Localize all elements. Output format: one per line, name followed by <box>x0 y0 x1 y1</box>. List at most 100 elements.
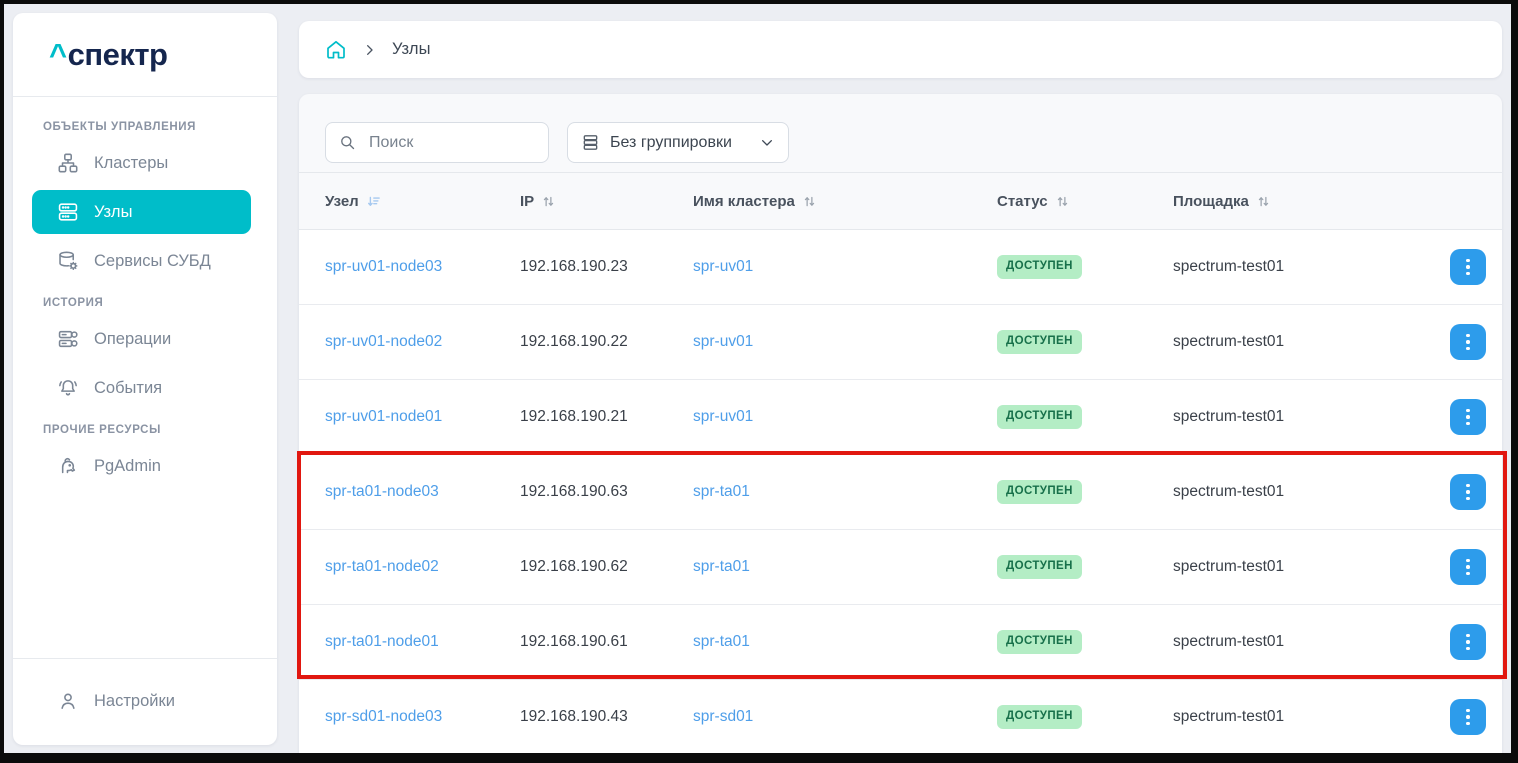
content-card: Без группировки Узел IP Имя кластера Статус… <box>299 94 1502 763</box>
row-actions-button[interactable] <box>1450 324 1486 360</box>
column-header-label: IP <box>520 193 534 210</box>
sidebar-item-label: Настройки <box>94 692 175 711</box>
search-input[interactable] <box>367 133 536 153</box>
group-layers-icon <box>581 133 600 152</box>
kebab-dot <box>1466 490 1470 494</box>
sidebar-item-events[interactable]: События <box>32 366 251 410</box>
cluster-link[interactable]: spr-sd01 <box>693 708 753 725</box>
cluster-link[interactable]: spr-uv01 <box>693 408 753 425</box>
sidebar-item-nodes[interactable]: Узлы <box>32 190 251 234</box>
sort-both-icon[interactable] <box>802 194 817 209</box>
row-actions-button[interactable] <box>1450 474 1486 510</box>
row-actions-button[interactable] <box>1450 549 1486 585</box>
node-link[interactable]: spr-uv01-node03 <box>325 258 442 275</box>
table-row: spr-uv01-node03 192.168.190.23spr-uv01 ДОС… <box>299 230 1502 305</box>
node-link[interactable]: spr-uv01-node01 <box>325 408 442 425</box>
search-icon <box>338 133 357 152</box>
table-row: spr-sd01-node03192.168.190.43spr-sd01ДОС… <box>299 680 1502 755</box>
person-icon <box>57 690 79 712</box>
sidebar-item-operations[interactable]: Операции <box>32 317 251 361</box>
column-header-site[interactable]: Площадка <box>1173 193 1446 210</box>
column-header-label: Узел <box>325 193 359 210</box>
node-link[interactable]: spr-uv01-node02 <box>325 333 442 350</box>
site-cell: spectrum-test01 <box>1173 633 1446 651</box>
kebab-dot <box>1466 259 1470 263</box>
row-actions-button[interactable] <box>1450 699 1486 735</box>
kebab-dot <box>1466 709 1470 713</box>
kebab-dot <box>1466 422 1470 426</box>
row-actions-button[interactable] <box>1450 399 1486 435</box>
column-header-cluster[interactable]: Имя кластера <box>693 193 997 210</box>
node-link[interactable]: spr-ta01-node02 <box>325 558 439 575</box>
sidebar-item-label: События <box>94 379 162 398</box>
kebab-dot <box>1466 572 1470 576</box>
grouping-select[interactable]: Без группировки <box>567 122 789 163</box>
sort-desc-icon[interactable] <box>366 194 381 209</box>
status-cell: ДОСТУПЕН <box>997 255 1173 279</box>
cluster-cell: spr-uv01 <box>693 258 997 276</box>
home-icon[interactable] <box>324 38 348 62</box>
sort-both-icon[interactable] <box>1256 194 1271 209</box>
grouping-value: Без группировки <box>610 134 749 152</box>
column-header-status[interactable]: Статус <box>997 193 1173 210</box>
row-actions-button[interactable] <box>1450 249 1486 285</box>
cluster-link[interactable]: spr-ta01 <box>693 633 750 650</box>
sidebar: ^спектр ОБЪЕКТЫ УПРАВЛЕНИЯКластерыУзлыСе… <box>13 13 277 745</box>
breadcrumb-page: Узлы <box>392 40 430 59</box>
ip-cell: 192.168.190.62 <box>520 558 693 576</box>
column-header-node[interactable]: Узел <box>325 193 520 210</box>
ip-cell: 192.168.190.23 <box>520 258 693 276</box>
status-cell: ДОСТУПЕН <box>997 630 1173 654</box>
node-cell: spr-ta01-node01 <box>325 633 520 651</box>
search-box[interactable] <box>325 122 549 163</box>
app-logo: ^спектр <box>13 13 277 97</box>
column-header-ip[interactable]: IP <box>520 193 693 210</box>
node-link[interactable]: spr-ta01-node03 <box>325 483 439 500</box>
logo-name: спектр <box>68 37 168 72</box>
chevron-down-icon <box>759 135 775 151</box>
status-badge: ДОСТУПЕН <box>997 330 1082 354</box>
ip-cell: 192.168.190.63 <box>520 483 693 501</box>
sidebar-nav: ОБЪЕКТЫ УПРАВЛЕНИЯКластерыУзлыСервисы СУ… <box>13 97 277 658</box>
sidebar-item-label: Операции <box>94 330 171 349</box>
table-row-highlighted: spr-ta01-node01192.168.190.61spr-ta01ДОС… <box>299 605 1502 680</box>
actions-cell <box>1446 399 1486 435</box>
cluster-link[interactable]: spr-uv01 <box>693 333 753 350</box>
kebab-dot <box>1466 647 1470 651</box>
node-link[interactable]: spr-ta01-node01 <box>325 633 439 650</box>
sidebar-item-pgadmin[interactable]: PgAdmin <box>32 444 251 488</box>
node-link[interactable]: spr-sd01-node03 <box>325 708 442 725</box>
table-row-highlighted: spr-ta01-node02192.168.190.62spr-ta01ДОС… <box>299 530 1502 605</box>
breadcrumb: Узлы <box>299 21 1502 78</box>
sidebar-item-settings[interactable]: Настройки <box>32 679 251 723</box>
cluster-link[interactable]: spr-ta01 <box>693 483 750 500</box>
sort-both-icon[interactable] <box>541 194 556 209</box>
sidebar-item-dbms-services[interactable]: Сервисы СУБД <box>32 239 251 283</box>
status-badge: ДОСТУПЕН <box>997 480 1082 504</box>
kebab-dot <box>1466 565 1470 569</box>
actions-cell <box>1446 474 1486 510</box>
chevron-right-icon <box>362 42 378 58</box>
status-badge: ДОСТУПЕН <box>997 255 1082 279</box>
sidebar-item-label: PgAdmin <box>94 457 161 476</box>
status-cell: ДОСТУПЕН <box>997 405 1173 429</box>
cluster-cell: spr-ta01 <box>693 558 997 576</box>
cluster-cell: spr-uv01 <box>693 333 997 351</box>
sort-both-icon[interactable] <box>1055 194 1070 209</box>
cluster-link[interactable]: spr-uv01 <box>693 258 753 275</box>
kebab-dot <box>1466 722 1470 726</box>
table-row-highlighted: spr-ta01-node03 192.168.190.63spr-ta01 ДОС… <box>299 455 1502 530</box>
kebab-dot <box>1466 272 1470 276</box>
kebab-dot <box>1466 484 1470 488</box>
site-cell: spectrum-test01 <box>1173 483 1446 501</box>
column-header-label: Имя кластера <box>693 193 795 210</box>
cluster-cell: spr-ta01 <box>693 633 997 651</box>
kebab-dot <box>1466 715 1470 719</box>
sidebar-item-clusters[interactable]: Кластеры <box>32 141 251 185</box>
row-actions-button[interactable] <box>1450 624 1486 660</box>
cluster-link[interactable]: spr-ta01 <box>693 558 750 575</box>
cluster-icon <box>57 152 79 174</box>
ip-cell: 192.168.190.21 <box>520 408 693 426</box>
kebab-dot <box>1466 347 1470 351</box>
operations-icon <box>57 328 79 350</box>
